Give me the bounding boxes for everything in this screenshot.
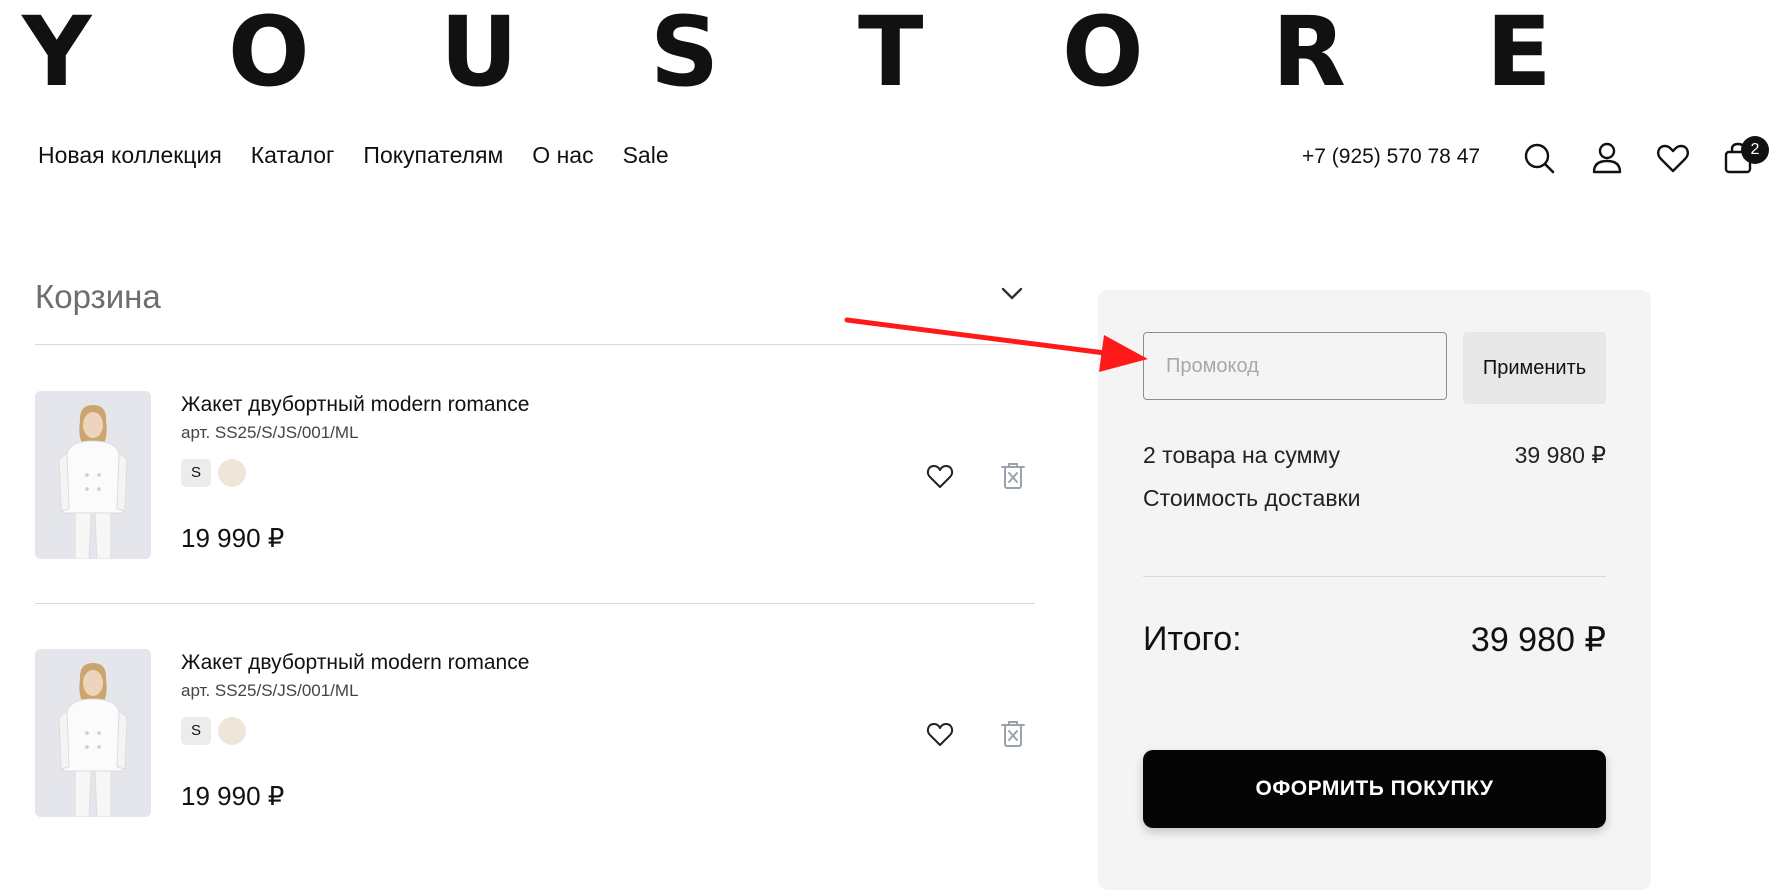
logo-letter: E <box>1486 0 1552 108</box>
item-divider <box>35 603 1035 604</box>
cart-divider <box>35 344 1035 345</box>
color-swatch <box>218 459 246 487</box>
nav-item-customers[interactable]: Покупателям <box>363 142 503 169</box>
chevron-down-icon[interactable] <box>999 282 1025 304</box>
user-icon[interactable] <box>1589 140 1625 176</box>
nav-item-new-collection[interactable]: Новая коллекция <box>38 142 222 169</box>
brand-logo[interactable]: Y O U S T O R E <box>0 0 1790 108</box>
promo-code-input[interactable] <box>1143 332 1447 400</box>
cart-item: Жакет двубортный modern romance арт. SS2… <box>35 391 1035 561</box>
main-nav: Новая коллекция Каталог Покупателям О на… <box>38 142 669 169</box>
items-sum-label: 2 товара на сумму <box>1143 442 1340 468</box>
product-name[interactable]: Жакет двубортный modern romance <box>181 651 529 675</box>
total-value: 39 980 ₽ <box>1470 621 1606 659</box>
search-icon[interactable] <box>1521 140 1557 176</box>
logo-letter: U <box>440 0 518 108</box>
total-label: Итого: <box>1143 620 1242 658</box>
size-badge: S <box>181 717 211 745</box>
nav-item-sale[interactable]: Sale <box>623 142 669 169</box>
product-name[interactable]: Жакет двубортный modern romance <box>181 393 529 417</box>
favorite-heart-icon[interactable] <box>925 719 955 749</box>
logo-letter: O <box>1062 0 1144 108</box>
logo-letter: R <box>1272 0 1346 108</box>
product-image[interactable] <box>35 391 151 559</box>
nav-item-catalog[interactable]: Каталог <box>251 142 335 169</box>
color-swatch <box>218 717 246 745</box>
product-price: 19 990 ₽ <box>181 523 285 553</box>
logo-letter: Y <box>22 0 92 108</box>
product-price: 19 990 ₽ <box>181 781 285 811</box>
logo-letter: O <box>228 0 310 108</box>
cart-count-badge: 2 <box>1741 136 1769 164</box>
trash-icon[interactable] <box>999 719 1027 749</box>
nav-item-about[interactable]: О нас <box>532 142 593 169</box>
checkout-button[interactable]: ОФОРМИТЬ ПОКУПКУ <box>1143 750 1606 828</box>
logo-letter: S <box>650 0 720 108</box>
trash-icon[interactable] <box>999 461 1027 491</box>
cart-item: Жакет двубортный modern romance арт. SS2… <box>35 649 1035 819</box>
size-badge: S <box>181 459 211 487</box>
delivery-cost-label: Стоимость доставки <box>1143 485 1361 511</box>
product-image[interactable] <box>35 649 151 817</box>
logo-letter: T <box>858 0 924 108</box>
product-sku: арт. SS25/S/JS/001/ML <box>181 681 359 700</box>
apply-promo-button[interactable]: Применить <box>1463 332 1606 404</box>
phone-link[interactable]: +7 (925) 570 78 47 <box>1302 145 1480 169</box>
cart-title: Корзина <box>35 278 161 315</box>
product-sku: арт. SS25/S/JS/001/ML <box>181 423 359 442</box>
summary-divider <box>1143 576 1606 577</box>
items-sum-value: 39 980 ₽ <box>1514 442 1606 468</box>
favorite-heart-icon[interactable] <box>925 461 955 491</box>
heart-icon[interactable] <box>1655 140 1691 176</box>
